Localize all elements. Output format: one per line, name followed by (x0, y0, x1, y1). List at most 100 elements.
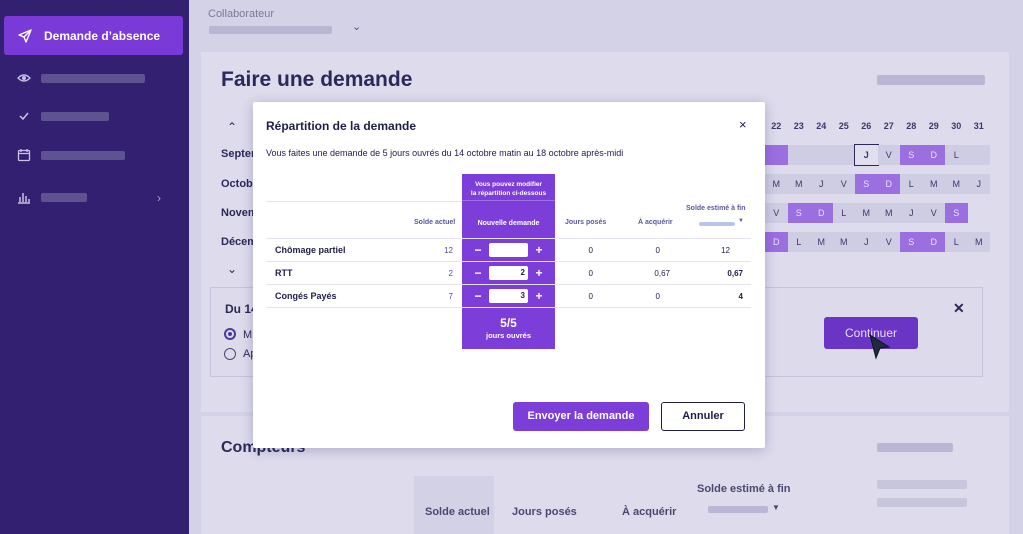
day-number: 31 (973, 121, 984, 131)
calendar-row: V S D L M M J V S (765, 203, 990, 223)
solde-actuel-value: 7 (448, 292, 453, 301)
caret-down-icon[interactable]: ▼ (772, 503, 780, 512)
calendar-cell[interactable]: V (877, 145, 900, 165)
modal-subtitle: Vous faites une demande de 5 jours ouvré… (266, 148, 624, 158)
calendar-cell[interactable]: V (832, 174, 855, 194)
calendar-cell[interactable]: M (967, 232, 990, 252)
divider (266, 307, 751, 308)
radio-morning[interactable] (224, 328, 236, 340)
sidebar-placeholder (41, 150, 125, 160)
calendar-cell[interactable]: M (787, 174, 810, 194)
sidebar-item-demande-absence[interactable]: Demande d’absence (4, 16, 183, 55)
minus-button[interactable]: − (471, 243, 485, 257)
calendar-cell[interactable]: V (922, 203, 945, 223)
divider (462, 200, 555, 201)
sidebar: Demande d’absence › (0, 0, 189, 534)
repartition-modal: Répartition de la demande × Vous faites … (253, 102, 765, 448)
calendar-cell[interactable] (765, 145, 788, 165)
calendar-cell[interactable]: L (945, 232, 968, 252)
calendar-cell[interactable]: D (810, 203, 833, 223)
sidebar-item-calendar[interactable] (17, 147, 125, 163)
sidebar-item-stats[interactable] (17, 189, 87, 205)
calendar-cell[interactable]: S (900, 145, 923, 165)
calendar-cell[interactable]: M (765, 174, 788, 194)
cursor-icon (869, 334, 891, 360)
sidebar-item-view[interactable] (17, 70, 145, 86)
calendar-cell[interactable]: L (900, 174, 923, 194)
solde-estime-value: 4 (738, 292, 743, 301)
close-icon[interactable]: × (739, 117, 747, 132)
calendar-cell[interactable]: J (967, 174, 990, 194)
nouvelle-demande-input[interactable]: 3 (489, 289, 528, 303)
calendar-cell[interactable]: M (922, 174, 945, 194)
send-icon (18, 28, 32, 43)
chevron-up-icon[interactable]: ⌃ (227, 120, 237, 134)
caret-down-icon[interactable]: ▼ (738, 218, 744, 224)
column-header: Solde estimé à fin (686, 205, 746, 212)
calendar-cell[interactable]: V (877, 232, 900, 252)
calendar-cell[interactable]: D (922, 145, 945, 165)
minus-button[interactable]: − (471, 289, 485, 303)
calendar-cell[interactable]: D (765, 232, 788, 252)
day-number: 25 (838, 121, 849, 131)
nouvelle-demande-input[interactable]: 2 (489, 266, 528, 280)
calendar-cell[interactable]: J (810, 174, 833, 194)
column-header: Jours posés (565, 219, 607, 226)
calendar-cell[interactable]: J (900, 203, 923, 223)
send-request-button[interactable]: Envoyer la demande (513, 402, 649, 431)
calendar-cell[interactable]: S (787, 203, 810, 223)
sidebar-item-validate[interactable] (17, 108, 109, 124)
calendar-cell[interactable]: S (945, 203, 968, 223)
date-select[interactable] (708, 506, 768, 513)
calendar-cell[interactable] (810, 145, 833, 165)
calendar-cell[interactable] (787, 145, 810, 165)
collaborateur-select[interactable] (209, 26, 332, 34)
calendar-cell-today[interactable]: J (854, 144, 879, 166)
minus-button[interactable]: − (471, 266, 485, 280)
calendar-cell[interactable]: M (945, 174, 968, 194)
bar-chart-icon (18, 193, 30, 204)
chevron-down-icon[interactable]: ⌄ (227, 262, 237, 276)
date-select[interactable] (699, 222, 735, 226)
page-title: Faire une demande (221, 68, 413, 91)
calendar-cell[interactable]: M (832, 232, 855, 252)
radio-afternoon[interactable] (224, 348, 236, 360)
calendar-cell[interactable]: M (855, 203, 878, 223)
check-icon (19, 112, 29, 121)
column-header: Solde actuel (414, 219, 456, 226)
calendar-cell[interactable]: M (810, 232, 833, 252)
calendar-cell[interactable]: L (787, 232, 810, 252)
calendar-cell[interactable]: L (832, 203, 855, 223)
solde-actuel-value: 2 (448, 269, 453, 278)
calendar-cell[interactable]: S (855, 174, 878, 194)
calendar-cell[interactable]: D (877, 174, 900, 194)
divider (266, 201, 462, 202)
day-number: 27 (883, 121, 894, 131)
calendar-cell[interactable]: J (855, 232, 878, 252)
jours-poses-value: 0 (588, 292, 593, 301)
calendar-cell[interactable]: M (877, 203, 900, 223)
column-header: Solde actuel (425, 506, 490, 518)
plus-button[interactable]: + (532, 266, 546, 280)
calendar-cell[interactable]: S (900, 232, 923, 252)
total-label: jours ouvrés (485, 331, 531, 340)
row-label: Congés Payés (275, 291, 337, 301)
nouvelle-demande-input[interactable] (489, 243, 528, 257)
sidebar-placeholder (41, 192, 87, 202)
calendar-cell[interactable] (967, 145, 990, 165)
chevron-down-icon[interactable]: ⌄ (352, 20, 361, 33)
eye-icon (17, 74, 31, 82)
cancel-button[interactable]: Annuler (661, 402, 745, 431)
calendar-cell[interactable]: V (765, 203, 788, 223)
plus-button[interactable]: + (532, 289, 546, 303)
divider (266, 284, 751, 285)
calendar-cell[interactable] (832, 145, 855, 165)
chevron-right-icon[interactable]: › (157, 191, 161, 205)
calendar-cell[interactable]: L (945, 145, 968, 165)
close-icon[interactable]: ✕ (953, 300, 965, 317)
a-acquerir-value: 0 (655, 246, 660, 255)
plus-button[interactable]: + (532, 243, 546, 257)
calendar-cell[interactable]: D (922, 232, 945, 252)
header-placeholder (877, 480, 967, 489)
quantity-stepper: − 3 + (471, 289, 546, 303)
